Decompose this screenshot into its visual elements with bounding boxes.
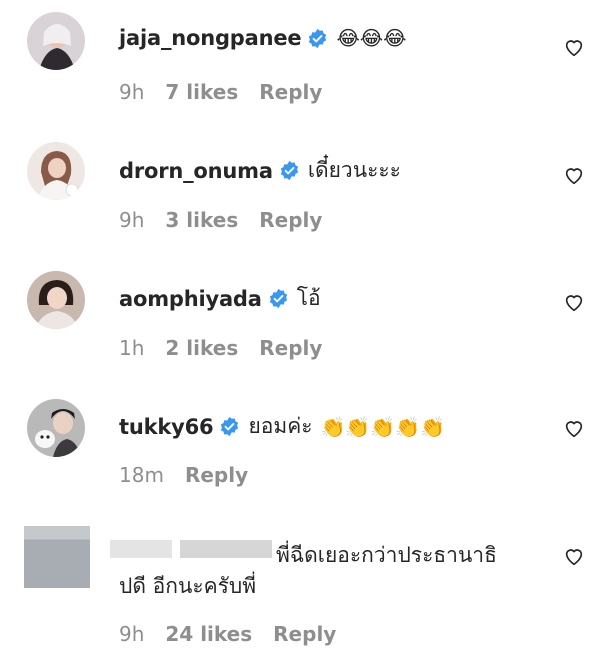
avatar-blurred[interactable] xyxy=(24,526,90,588)
verified-badge-icon xyxy=(221,416,239,437)
comment-line: tukky66 ยอมค่ะ 👏👏👏👏👏 xyxy=(119,410,445,443)
likes-count[interactable]: 3 likes xyxy=(165,208,238,232)
comment-text: โอ้ xyxy=(296,286,321,310)
avatar[interactable] xyxy=(27,12,85,70)
comment-text-continued: ปดี อีกนะครับพี่ xyxy=(119,574,257,598)
comment-item: jaja_nongpanee 😂😂😂 9h 7 likes Reply xyxy=(0,0,600,128)
timestamp[interactable]: 9h xyxy=(119,622,144,646)
likes-count[interactable]: 7 likes xyxy=(165,80,238,104)
heart-outline-icon[interactable] xyxy=(563,417,585,439)
heart-outline-icon[interactable] xyxy=(563,291,585,313)
timestamp[interactable]: 9h xyxy=(119,208,144,232)
timestamp[interactable]: 9h xyxy=(119,80,144,104)
reply-button[interactable]: Reply xyxy=(259,80,322,104)
comment-line: drorn_onuma เดี๋ยวนะะะ xyxy=(119,154,401,187)
likes-count[interactable]: 2 likes xyxy=(165,336,238,360)
timestamp[interactable]: 18m xyxy=(119,463,164,487)
comment-line-continued: ปดี อีกนะครับพี่ xyxy=(119,570,256,603)
heart-outline-icon[interactable] xyxy=(563,545,585,567)
reply-button[interactable]: Reply xyxy=(259,208,322,232)
verified-badge-icon xyxy=(269,288,287,309)
comment-meta: 9h 24 likes Reply xyxy=(119,622,336,646)
comment-line: jaja_nongpanee 😂😂😂 xyxy=(119,26,407,50)
comment-meta: 18m Reply xyxy=(119,463,248,487)
laughing-tears-emoji: 😂😂😂 xyxy=(336,26,407,50)
comment-item: พี่ฉีดเยอะกว่าประธานาธิ ปดี อีกนะครับพี่… xyxy=(0,512,600,662)
comment-text: เดี๋ยวนะะะ xyxy=(307,158,401,182)
username-redacted xyxy=(110,540,172,558)
comment-meta: 9h 3 likes Reply xyxy=(119,208,322,232)
comment-item: aomphiyada โอ้ 1h 2 likes Reply xyxy=(0,256,600,384)
comment-item: tukky66 ยอมค่ะ 👏👏👏👏👏 18m Reply xyxy=(0,384,600,512)
avatar[interactable] xyxy=(27,271,85,329)
verified-badge-icon xyxy=(309,28,327,48)
comment-meta: 9h 7 likes Reply xyxy=(119,80,322,104)
reply-button[interactable]: Reply xyxy=(185,463,248,487)
verified-badge-icon xyxy=(280,160,298,181)
username[interactable]: tukky66 xyxy=(119,415,214,439)
avatar[interactable] xyxy=(27,142,85,200)
username-redacted xyxy=(180,540,272,558)
reply-button[interactable]: Reply xyxy=(259,336,322,360)
timestamp[interactable]: 1h xyxy=(119,336,144,360)
comment-meta: 1h 2 likes Reply xyxy=(119,336,322,360)
comment-item: drorn_onuma เดี๋ยวนะะะ 9h 3 likes Reply xyxy=(0,128,600,256)
avatar[interactable] xyxy=(27,399,85,457)
comment-text: พี่ฉีดเยอะกว่าประธานาธิ xyxy=(276,543,497,567)
comment-line: พี่ฉีดเยอะกว่าประธานาธิ xyxy=(276,539,497,572)
likes-count[interactable]: 24 likes xyxy=(165,622,252,646)
heart-outline-icon[interactable] xyxy=(563,36,585,58)
heart-outline-icon[interactable] xyxy=(563,164,585,186)
clapping-hands-emoji: 👏👏👏👏👏 xyxy=(320,414,446,439)
username[interactable]: jaja_nongpanee xyxy=(119,26,302,50)
username[interactable]: aomphiyada xyxy=(119,287,262,311)
username[interactable]: drorn_onuma xyxy=(119,159,273,183)
reply-button[interactable]: Reply xyxy=(273,622,336,646)
comment-text: ยอมค่ะ xyxy=(248,414,313,438)
comment-line: aomphiyada โอ้ xyxy=(119,282,321,315)
